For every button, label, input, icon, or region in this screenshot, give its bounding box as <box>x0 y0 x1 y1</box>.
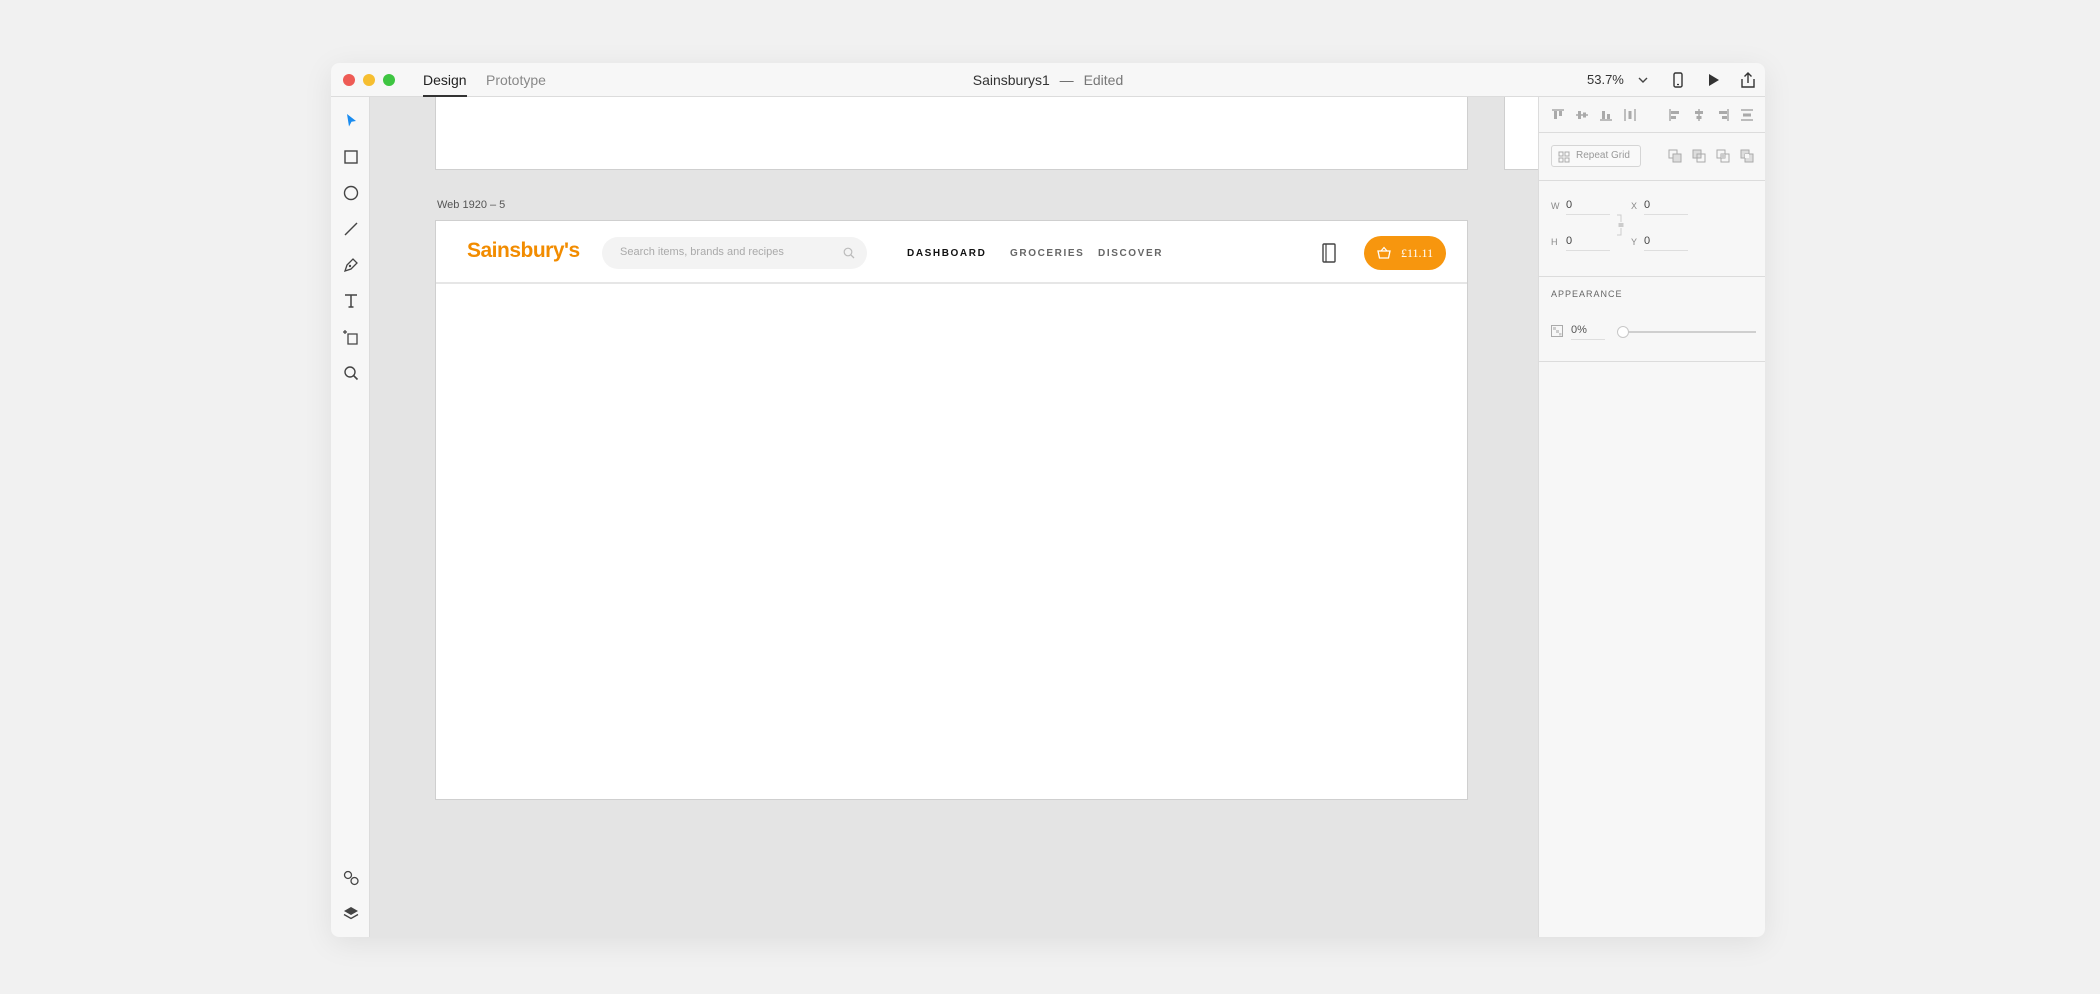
y-field[interactable]: 0 <box>1644 235 1688 251</box>
document-name: Sainsburys1 <box>972 72 1050 88</box>
line-tool-icon[interactable] <box>341 219 361 239</box>
search-input[interactable]: Search items, brands and recipes <box>602 237 867 269</box>
appearance-section: APPEARANCE 0% <box>1539 277 1765 362</box>
y-label: Y <box>1631 237 1638 247</box>
x-field[interactable]: 0 <box>1644 199 1688 215</box>
artboard-adjacent[interactable] <box>1504 97 1538 170</box>
artboard-web-1920-5[interactable]: Sainsbury's Search items, brands and rec… <box>435 220 1468 800</box>
app-window: Design Prototype Sainsburys1 — Edited 53… <box>331 63 1765 937</box>
align-left-icon[interactable] <box>1668 108 1682 122</box>
opacity-slider-thumb[interactable] <box>1617 326 1629 338</box>
height-field[interactable]: 0 <box>1566 235 1610 251</box>
artboard-tool-icon[interactable] <box>341 327 361 347</box>
chevron-down-icon[interactable] <box>1637 71 1649 89</box>
ellipse-tool-icon[interactable] <box>341 183 361 203</box>
artboard-previous[interactable] <box>435 97 1468 170</box>
align-toolbar <box>1539 97 1765 133</box>
boolean-intersect-icon[interactable] <box>1716 149 1730 163</box>
boolean-subtract-icon[interactable] <box>1692 149 1706 163</box>
text-tool-icon[interactable] <box>341 291 361 311</box>
select-tool-icon[interactable] <box>341 111 361 131</box>
zoom-level[interactable]: 53.7% <box>1587 72 1624 87</box>
design-canvas[interactable]: Web 1920 – 5 Sainsbury's Search items, b… <box>370 97 1538 937</box>
repeat-grid-row: Repeat Grid <box>1539 133 1765 181</box>
symbols-icon[interactable] <box>341 868 361 888</box>
align-middle-icon[interactable] <box>1575 108 1589 122</box>
artboard-label[interactable]: Web 1920 – 5 <box>437 199 505 211</box>
play-icon[interactable] <box>1704 71 1722 89</box>
tab-prototype[interactable]: Prototype <box>486 69 546 97</box>
opacity-icon <box>1551 325 1563 337</box>
document-status: Edited <box>1083 72 1124 88</box>
distribute-vertical-icon[interactable] <box>1740 108 1754 122</box>
width-label: W <box>1551 201 1560 211</box>
basket-total: £11.11 <box>1401 246 1434 260</box>
repeat-grid-label: Repeat Grid <box>1576 150 1630 161</box>
title-separator: — <box>1059 72 1074 88</box>
align-right-icon[interactable] <box>1716 108 1730 122</box>
transform-fields: W 0 H 0 X 0 Y 0 <box>1539 181 1765 277</box>
search-placeholder: Search items, brands and recipes <box>620 246 784 258</box>
appearance-title: APPEARANCE <box>1551 289 1623 299</box>
align-center-icon[interactable] <box>1692 108 1706 122</box>
minimize-window-button[interactable] <box>363 74 375 86</box>
opacity-slider-track[interactable] <box>1623 331 1756 333</box>
repeat-grid-button[interactable]: Repeat Grid <box>1551 145 1641 167</box>
title-bar: Design Prototype Sainsburys1 — Edited 53… <box>331 63 1765 97</box>
device-preview-icon[interactable] <box>1669 71 1687 89</box>
tab-design[interactable]: Design <box>423 69 467 97</box>
zoom-window-button[interactable] <box>383 74 395 86</box>
pen-tool-icon[interactable] <box>341 255 361 275</box>
height-label: H <box>1551 237 1558 247</box>
basket-button[interactable]: £11.11 <box>1364 236 1446 270</box>
site-header: Sainsbury's Search items, brands and rec… <box>436 221 1467 284</box>
nav-dashboard[interactable]: DASHBOARD <box>907 248 986 259</box>
zoom-tool-icon[interactable] <box>341 363 361 383</box>
brand-logo[interactable]: Sainsbury's <box>467 239 580 263</box>
shopping-list-icon[interactable] <box>1320 242 1338 264</box>
boolean-exclude-icon[interactable] <box>1740 149 1754 163</box>
search-icon <box>843 247 855 259</box>
rectangle-tool-icon[interactable] <box>341 147 361 167</box>
property-inspector: Repeat Grid W 0 H 0 X 0 Y 0 APPEARANCE 0… <box>1538 97 1765 937</box>
lock-aspect-icon[interactable] <box>1616 213 1624 237</box>
align-top-icon[interactable] <box>1551 108 1565 122</box>
share-icon[interactable] <box>1739 71 1757 89</box>
nav-groceries[interactable]: GROCERIES <box>1010 248 1084 259</box>
document-title: Sainsburys1 — Edited <box>331 63 1765 97</box>
x-label: X <box>1631 201 1638 211</box>
nav-discover[interactable]: DISCOVER <box>1098 248 1163 259</box>
tool-bar <box>331 97 370 937</box>
layers-icon[interactable] <box>341 904 361 924</box>
boolean-add-icon[interactable] <box>1668 149 1682 163</box>
width-field[interactable]: 0 <box>1566 199 1610 215</box>
distribute-horizontal-icon[interactable] <box>1623 108 1637 122</box>
align-bottom-icon[interactable] <box>1599 108 1613 122</box>
repeat-grid-icon <box>1558 151 1570 163</box>
basket-icon <box>1377 246 1391 259</box>
close-window-button[interactable] <box>343 74 355 86</box>
opacity-field[interactable]: 0% <box>1571 324 1605 340</box>
